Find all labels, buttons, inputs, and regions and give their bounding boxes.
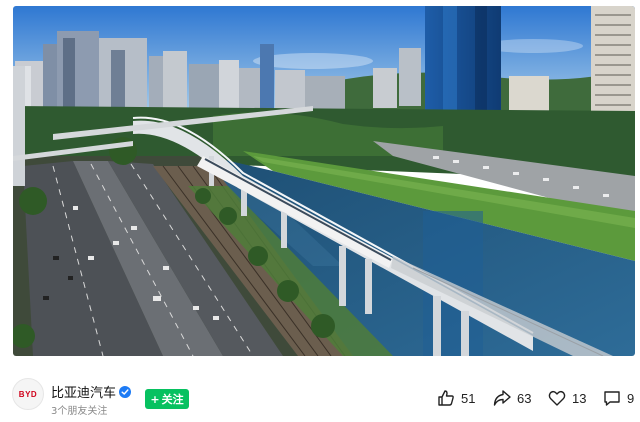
thumbs-up-icon	[438, 390, 454, 406]
checkmark-icon	[121, 388, 129, 395]
like-count: 51	[461, 390, 476, 406]
favorite-button[interactable]: 13	[548, 389, 586, 407]
comment-count: 9	[627, 390, 635, 406]
follow-button-label: 关注	[161, 393, 184, 406]
author-avatar[interactable]: BYD	[12, 378, 44, 410]
author-name-row: 比亚迪汽车	[51, 382, 132, 401]
verified-badge	[119, 385, 132, 398]
author-name[interactable]: 比亚迪汽车	[51, 382, 116, 401]
friends-following-text: 3个朋友关注	[51, 406, 108, 417]
share-icon	[493, 390, 511, 406]
like-button[interactable]: 51	[437, 389, 475, 407]
favorite-count: 13	[572, 390, 587, 406]
comment-icon	[604, 391, 620, 406]
post-footer: BYD 比亚迪汽车 3个朋友关注 + 关注 51 63 13 9	[0, 362, 640, 422]
follow-button[interactable]: + 关注	[145, 389, 189, 409]
share-count: 63	[517, 390, 532, 406]
share-button[interactable]: 63	[493, 389, 531, 407]
byd-logo: BYD	[18, 389, 38, 399]
heart-icon	[548, 390, 566, 406]
post-photo[interactable]	[13, 6, 635, 356]
plus-icon: +	[150, 392, 160, 406]
comment-button[interactable]: 9	[603, 389, 634, 407]
